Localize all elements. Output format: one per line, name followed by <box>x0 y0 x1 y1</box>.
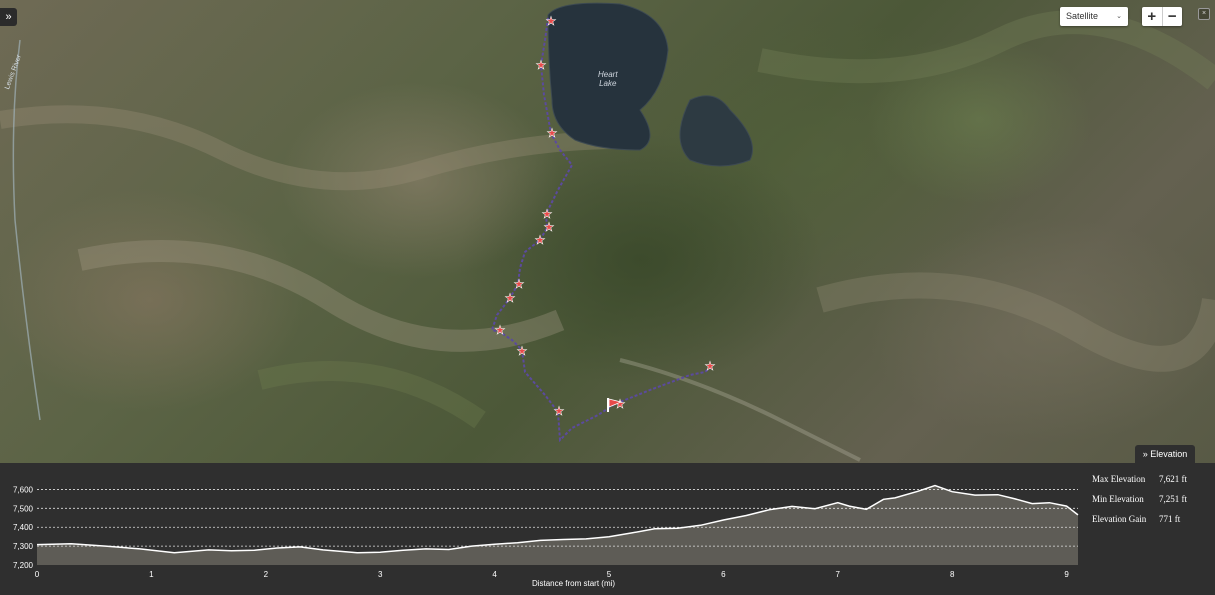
double-chevron-down-icon: » <box>1142 449 1148 459</box>
zoom-in-button[interactable]: + <box>1142 7 1163 26</box>
elevation-tab-label: Elevation <box>1150 449 1188 459</box>
y-tick-label: 7,200 <box>13 561 34 570</box>
y-tick-label: 7,400 <box>13 523 34 532</box>
stat-value: 7,251 ft <box>1159 494 1187 504</box>
waypoint-star-icon[interactable]: ★ <box>513 277 525 292</box>
small-lake <box>679 95 753 167</box>
x-tick-label: 0 <box>35 570 40 579</box>
waypoint-star-icon[interactable]: ★ <box>534 233 546 248</box>
elevation-toggle-tab[interactable]: » Elevation <box>1135 445 1195 463</box>
x-tick-label: 9 <box>1064 570 1069 579</box>
x-tick-label: 3 <box>378 570 383 579</box>
stat-value: 7,621 ft <box>1159 474 1187 484</box>
waypoint-star-icon[interactable]: ★ <box>535 58 547 73</box>
stat-row: Max Elevation 7,621 ft <box>1092 471 1187 491</box>
stat-label: Min Elevation <box>1092 494 1144 504</box>
elevation-area <box>37 485 1078 565</box>
stat-value: 771 ft <box>1159 514 1181 524</box>
x-tick-label: 4 <box>492 570 497 579</box>
y-tick-label: 7,300 <box>13 542 34 551</box>
river <box>12 39 41 421</box>
waypoint-star-icon[interactable]: ★ <box>553 404 565 419</box>
expand-sidebar-button[interactable]: » <box>0 8 17 26</box>
close-icon[interactable]: × <box>1198 8 1210 20</box>
zoom-controls: + − <box>1142 7 1182 26</box>
chevron-down-icon: ⌄ <box>1116 13 1122 20</box>
map-type-select[interactable]: Satellite ⌄ <box>1060 7 1128 26</box>
lake-label: Heart Lake <box>598 70 618 88</box>
stat-row: Elevation Gain 771 ft <box>1092 511 1187 531</box>
x-tick-label: 1 <box>149 570 154 579</box>
stat-row: Min Elevation 7,251 ft <box>1092 491 1187 511</box>
zoom-out-button[interactable]: − <box>1163 7 1183 26</box>
elevation-stats: Max Elevation 7,621 ft Min Elevation 7,251 … <box>1092 471 1187 531</box>
y-tick-label: 7,600 <box>13 485 34 494</box>
x-tick-label: 5 <box>607 570 612 579</box>
waypoint-star-icon[interactable]: ★ <box>494 323 506 338</box>
stat-label: Elevation Gain <box>1092 514 1147 524</box>
x-tick-label: 2 <box>264 570 269 579</box>
map-type-selected: Satellite <box>1066 11 1099 21</box>
x-axis-title: Distance from start (mi) <box>532 579 615 588</box>
elevation-panel: 7,600 7,500 7,400 7,300 7,200 0 1 2 3 4 5 6 7 8 9 Dista… <box>0 463 1215 595</box>
lake-label-line1: Heart <box>598 70 618 79</box>
waypoint-star-icon[interactable]: ★ <box>504 291 516 306</box>
y-tick-label: 7,500 <box>13 504 34 513</box>
waypoint-star-icon[interactable]: ★ <box>704 359 716 374</box>
x-tick-label: 8 <box>950 570 955 579</box>
waypoint-star-icon[interactable]: ★ <box>546 126 558 141</box>
x-tick-label: 7 <box>836 570 841 579</box>
waypoint-star-icon[interactable]: ★ <box>516 344 528 359</box>
satellite-map[interactable]: ★ ★ ★ ★ ★ ★ ★ ★ ★ ★ ★ ★ ★ Heart Lake Lewis River » S… <box>0 0 1215 463</box>
elevation-chart[interactable]: 7,600 7,500 7,400 7,300 7,2000 1 2 3 4 5 6 7 8 9 Dista… <box>0 463 1085 595</box>
waypoint-star-icon[interactable]: ★ <box>541 207 553 222</box>
waypoint-star-icon[interactable]: ★ <box>545 14 557 29</box>
lake-label-line2: Lake <box>599 79 617 88</box>
stat-label: Max Elevation <box>1092 474 1146 484</box>
waypoint-star-icon[interactable]: ★ <box>543 220 555 235</box>
x-tick-label: 6 <box>721 570 726 579</box>
